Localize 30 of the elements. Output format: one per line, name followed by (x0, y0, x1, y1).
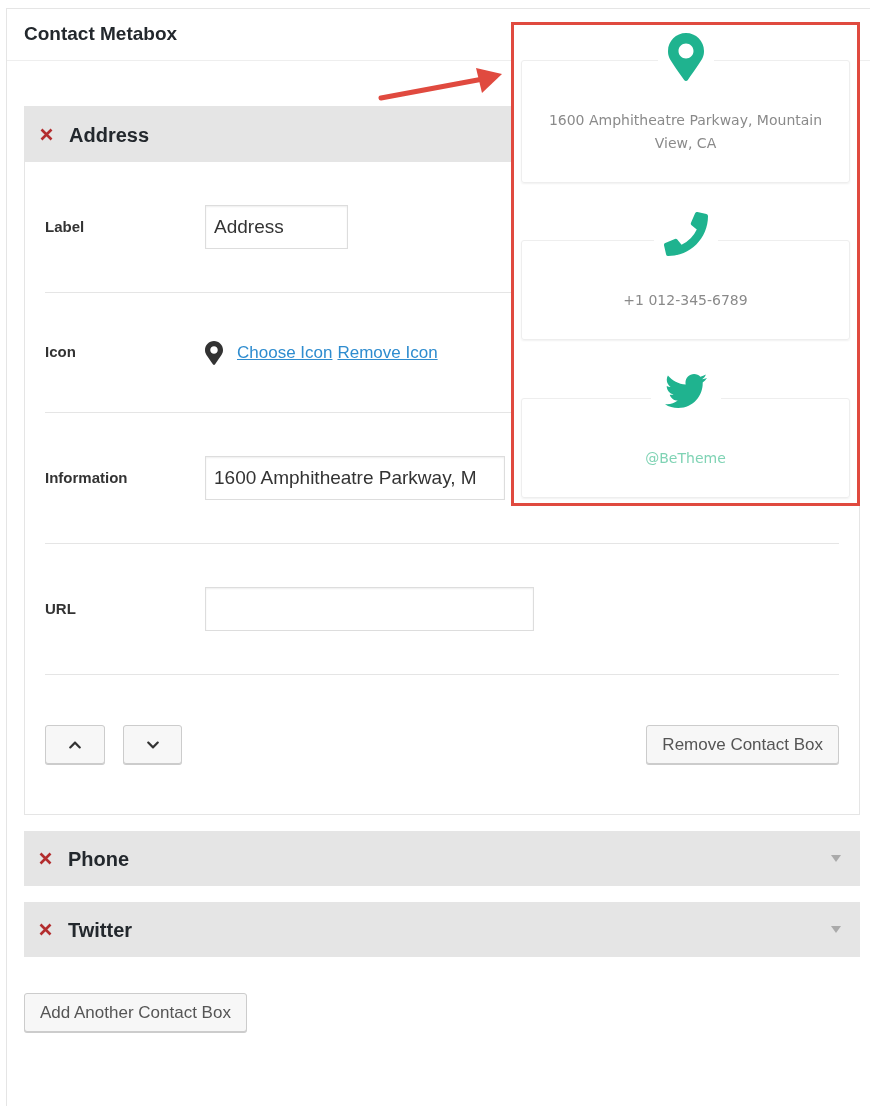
map-pin-icon (205, 339, 223, 366)
section-header[interactable]: Twitter (24, 902, 860, 957)
section-header[interactable]: Phone (24, 831, 860, 886)
delete-icon[interactable] (40, 128, 53, 141)
field-label: Label (45, 216, 86, 237)
delete-icon[interactable] (39, 852, 52, 865)
section-title: Address (69, 122, 150, 148)
panel-title: Contact Metabox (24, 22, 178, 47)
section-title: Twitter (68, 917, 133, 943)
link[interactable]: Choose Icon (237, 339, 333, 366)
map-pin-icon (667, 32, 704, 82)
move-down-button[interactable] (123, 725, 182, 764)
caret-icon[interactable] (831, 855, 841, 862)
text-field[interactable]: Address (205, 205, 348, 249)
text-field[interactable] (205, 587, 534, 631)
section-title: Phone (68, 846, 130, 872)
contact-text: 1600 Amphitheatre Parkway, Mountain View, CA (547, 110, 824, 153)
move-up-button[interactable] (45, 725, 105, 764)
field-label: Information (45, 467, 129, 488)
delete-icon[interactable] (39, 923, 52, 936)
phone-icon (663, 212, 708, 256)
caret-icon[interactable] (831, 926, 841, 933)
remove-button[interactable]: Remove Contact Box (646, 725, 839, 764)
contact-text: @BeTheme (644, 448, 727, 468)
contact-text: +1 012-345-6789 (622, 290, 749, 310)
field-label: Icon (45, 342, 77, 363)
add-button[interactable]: Add Another Contact Box (24, 993, 247, 1032)
field-label: URL (45, 598, 77, 619)
text-field[interactable]: 1600 Amphitheatre Parkway, M (205, 456, 505, 500)
link[interactable]: Remove Icon (337, 339, 438, 366)
